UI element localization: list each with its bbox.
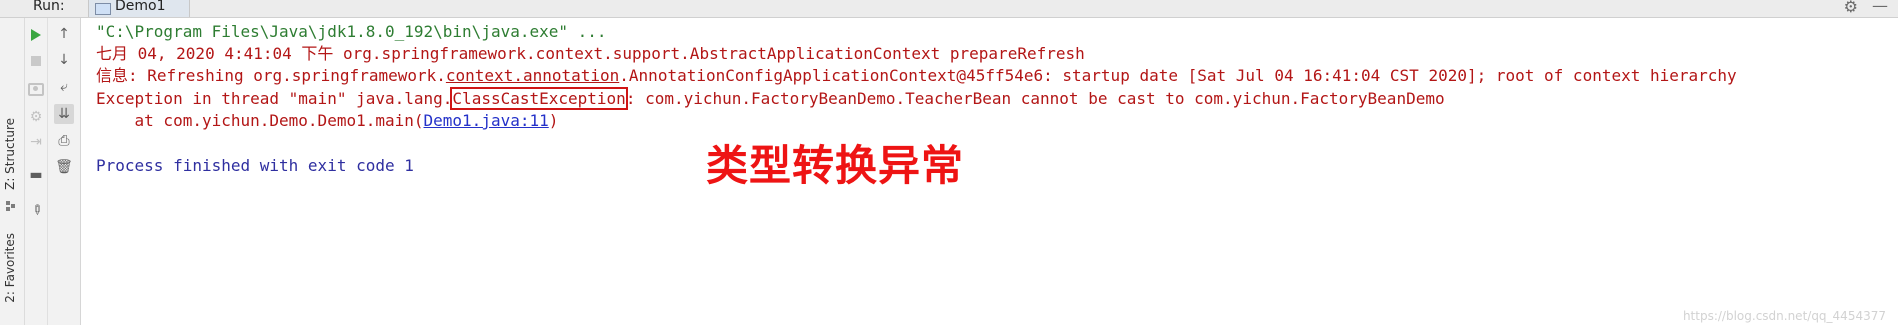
process-exit-line: Process finished with exit code 1 bbox=[96, 156, 414, 175]
rerun-button[interactable] bbox=[26, 25, 46, 45]
arrow-down-icon: ↓ bbox=[58, 52, 70, 68]
print-button[interactable]: ⎙ bbox=[54, 131, 74, 151]
stack-trace-suffix: ) bbox=[548, 111, 559, 130]
log-line-refreshing: 信息: Refreshing org.springframework.conte… bbox=[96, 65, 1737, 87]
pin-icon: ✎ bbox=[26, 200, 46, 220]
favorites-side-tab[interactable]: 2: Favorites bbox=[3, 233, 17, 303]
gear-icon[interactable]: ⚙ bbox=[1844, 0, 1858, 16]
arrow-up-icon: ↑ bbox=[58, 26, 70, 42]
log-line-prepare-refresh: 七月 04, 2020 4:41:04 下午 org.springframewo… bbox=[96, 44, 1085, 63]
pin-tab-button[interactable]: ✎ bbox=[26, 200, 46, 220]
structure-side-tab[interactable]: Z: Structure bbox=[3, 118, 17, 190]
scroll-to-end-icon: ⇊ bbox=[58, 106, 70, 122]
layout-button[interactable]: ▬ bbox=[26, 165, 46, 185]
minimize-icon[interactable]: — bbox=[1872, 0, 1888, 15]
stop-button[interactable] bbox=[26, 51, 46, 71]
soft-wrap-icon: ⤶ bbox=[60, 79, 68, 95]
exception-message: : com.yichun.FactoryBeanDemo.TeacherBean… bbox=[625, 89, 1445, 108]
stop-icon bbox=[31, 56, 41, 66]
camera-icon bbox=[28, 82, 44, 96]
source-link[interactable]: Demo1.java:11 bbox=[424, 111, 549, 130]
print-icon: ⎙ bbox=[58, 133, 70, 149]
log-line-refreshing-package: context.annotation bbox=[445, 66, 620, 85]
trash-icon: 🗑 bbox=[55, 159, 73, 175]
watermark: https://blog.csdn.net/qq_4454377 bbox=[1682, 309, 1886, 323]
settings-icon: ⚙ bbox=[29, 109, 43, 125]
run-tab-demo1[interactable]: Demo1 bbox=[88, 0, 190, 17]
run-toolbar-secondary: ↑ ↓ ⤶ ⇊ ⎙ 🗑 bbox=[48, 18, 81, 325]
down-stack-button[interactable]: ↓ bbox=[54, 50, 74, 70]
play-icon bbox=[31, 29, 41, 41]
annotation-label: 类型转换异常 bbox=[706, 141, 965, 190]
stack-trace-line: at com.yichun.Demo.Demo1.main(Demo1.java… bbox=[96, 110, 559, 132]
run-label: Run: bbox=[33, 0, 65, 14]
log-line-refreshing-prefix: 信息: Refreshing org.springframework. bbox=[96, 66, 446, 85]
scroll-to-end-button[interactable]: ⇊ bbox=[54, 104, 74, 124]
structure-icon[interactable] bbox=[6, 201, 16, 211]
clear-all-button[interactable]: 🗑 bbox=[54, 157, 74, 177]
dump-threads-button[interactable] bbox=[26, 79, 46, 99]
exit-icon: ⇥ bbox=[30, 134, 42, 150]
stack-trace-prefix: at com.yichun.Demo.Demo1.main( bbox=[96, 111, 424, 130]
run-tab-label: Demo1 bbox=[115, 0, 166, 14]
application-icon bbox=[95, 3, 111, 15]
left-tool-strip: Z: Structure 2: Favorites bbox=[0, 18, 25, 325]
exception-line: Exception in thread "main" java.lang.Cla… bbox=[96, 87, 1445, 110]
console-output[interactable]: "C:\Program Files\Java\jdk1.8.0_192\bin\… bbox=[81, 18, 1898, 325]
exception-prefix: Exception in thread "main" java.lang. bbox=[96, 89, 453, 108]
log-line-refreshing-suffix: .AnnotationConfigApplicationContext@45ff… bbox=[619, 66, 1737, 85]
exception-class-highlight: ClassCastException bbox=[450, 87, 628, 110]
soft-wrap-button[interactable]: ⤶ bbox=[54, 77, 74, 97]
up-stack-button[interactable]: ↑ bbox=[54, 24, 74, 44]
command-line: "C:\Program Files\Java\jdk1.8.0_192\bin\… bbox=[96, 22, 607, 41]
layout-icon: ▬ bbox=[29, 167, 43, 183]
run-toolbar-primary: ⚙ ⇥ ▬ ✎ bbox=[25, 18, 48, 325]
settings-button[interactable]: ⚙ bbox=[26, 107, 46, 127]
run-toolwindow-header: Run: Demo1 ⚙ — bbox=[0, 0, 1898, 18]
exit-button[interactable]: ⇥ bbox=[26, 132, 46, 152]
